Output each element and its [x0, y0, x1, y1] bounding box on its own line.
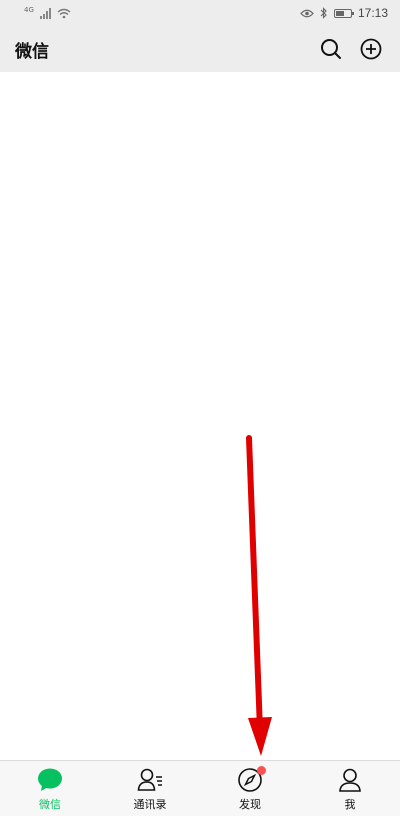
chat-list-area: [0, 72, 400, 760]
tab-discover[interactable]: 发现: [200, 761, 300, 816]
signal-icon: [39, 7, 51, 19]
bottom-tab-bar: 微信 通讯录 发现 我: [0, 760, 400, 816]
search-icon: [321, 39, 341, 59]
battery-icon: [333, 8, 354, 18]
tab-icon-wrapper: [237, 766, 266, 793]
app-header: 微信: [0, 26, 400, 72]
chat-bubble-icon: [38, 768, 62, 791]
annotation-arrow: [246, 435, 272, 756]
contacts-icon: [137, 768, 162, 791]
tab-label: 发现: [239, 798, 261, 811]
page-title: 微信: [15, 41, 49, 62]
person-icon: [339, 768, 361, 792]
notification-dot: [257, 766, 266, 775]
network-type-label: 4G: [24, 6, 34, 14]
add-icon: [360, 38, 382, 60]
header-actions: [320, 38, 382, 60]
status-time: 17:13: [357, 6, 388, 20]
bluetooth-icon: [320, 7, 327, 19]
add-button[interactable]: [360, 38, 382, 60]
status-right: 17:13: [300, 6, 388, 20]
tab-contacts[interactable]: 通讯录: [100, 761, 200, 816]
status-left: 4G: [24, 7, 71, 19]
wifi-icon: [57, 8, 71, 18]
eye-icon: [300, 9, 314, 17]
tab-chats[interactable]: 微信: [0, 761, 100, 816]
tab-label: 微信: [39, 798, 61, 811]
tab-label: 我: [344, 798, 356, 811]
tab-me[interactable]: 我: [300, 761, 400, 816]
status-bar: 4G 17:13: [0, 0, 400, 26]
search-button[interactable]: [320, 38, 342, 60]
tab-label: 通讯录: [133, 798, 167, 811]
